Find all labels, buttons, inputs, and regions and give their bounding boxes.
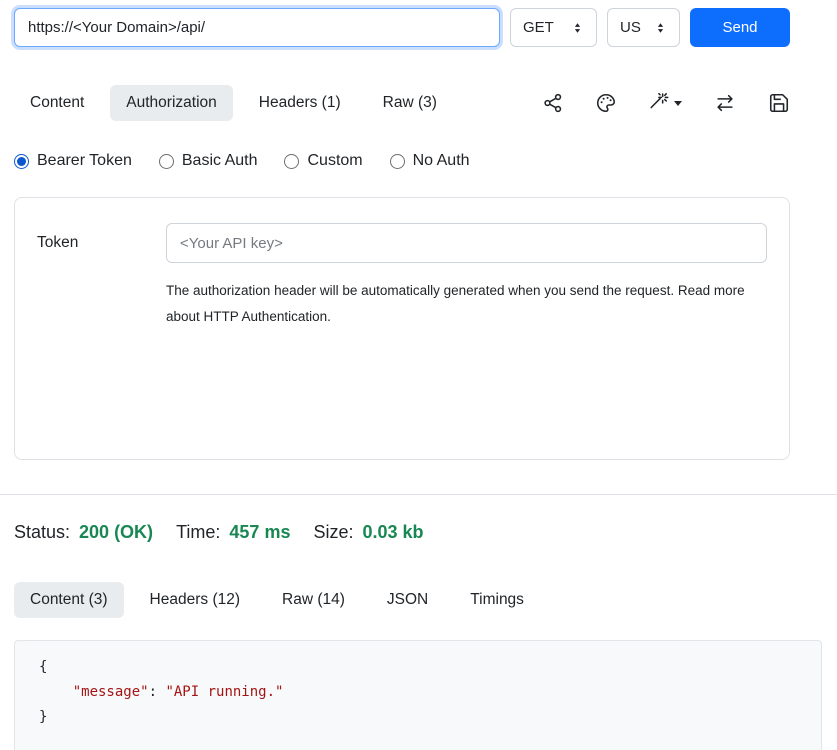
response-body: { "message": "API running." } bbox=[14, 640, 822, 750]
region-select[interactable]: US bbox=[607, 8, 680, 47]
auth-option-label: Bearer Token bbox=[37, 152, 132, 170]
chevron-up-down-icon bbox=[654, 21, 667, 35]
json-indent bbox=[39, 684, 73, 700]
status-label: Status: bbox=[14, 522, 70, 543]
resp-tab-raw[interactable]: Raw (14) bbox=[266, 582, 361, 618]
token-input[interactable] bbox=[166, 223, 767, 263]
tab-raw[interactable]: Raw (3) bbox=[367, 85, 453, 121]
chevron-up-down-icon bbox=[571, 21, 584, 35]
json-separator: : bbox=[149, 684, 166, 700]
method-select-value: GET bbox=[523, 19, 554, 36]
resp-tab-timings[interactable]: Timings bbox=[454, 582, 540, 618]
magic-wand-icon[interactable] bbox=[648, 92, 682, 114]
size-label: Size: bbox=[313, 522, 353, 543]
auth-option-no-auth[interactable]: No Auth bbox=[390, 152, 470, 170]
request-toolbar bbox=[542, 92, 790, 114]
json-brace: { bbox=[39, 659, 47, 675]
status-value: 200 (OK) bbox=[79, 522, 153, 543]
token-help-text: The authorization header will be automat… bbox=[166, 278, 766, 329]
token-panel: Token The authorization header will be a… bbox=[14, 197, 790, 460]
auth-option-basic-auth[interactable]: Basic Auth bbox=[159, 152, 258, 170]
json-key: "message" bbox=[73, 684, 149, 700]
url-input[interactable] bbox=[14, 8, 500, 47]
method-select[interactable]: GET bbox=[510, 8, 597, 47]
auth-option-label: No Auth bbox=[413, 152, 470, 170]
share-icon[interactable] bbox=[542, 92, 564, 114]
radio-checked-icon bbox=[14, 154, 29, 169]
auth-option-label: Basic Auth bbox=[182, 152, 258, 170]
size-value: 0.03 kb bbox=[363, 522, 424, 543]
auth-option-bearer-token[interactable]: Bearer Token bbox=[14, 152, 132, 170]
auth-type-group: Bearer Token Basic Auth Custom No Auth bbox=[14, 152, 822, 170]
resp-tab-headers[interactable]: Headers (12) bbox=[134, 582, 256, 618]
request-bar: GET US Send bbox=[14, 8, 790, 47]
auth-option-custom[interactable]: Custom bbox=[284, 152, 362, 170]
auth-option-label: Custom bbox=[307, 152, 362, 170]
response-status-bar: Status: 200 (OK) Time: 457 ms Size: 0.03… bbox=[14, 522, 822, 543]
region-select-value: US bbox=[620, 19, 641, 36]
json-string-value: "API running." bbox=[165, 684, 283, 700]
time-label: Time: bbox=[176, 522, 220, 543]
tab-headers[interactable]: Headers (1) bbox=[243, 85, 357, 121]
caret-down-icon bbox=[674, 101, 682, 106]
save-icon[interactable] bbox=[768, 92, 790, 114]
response-tabs: Content (3) Headers (12) Raw (14) JSON T… bbox=[14, 582, 822, 618]
palette-icon[interactable] bbox=[595, 92, 617, 114]
time-value: 457 ms bbox=[229, 522, 290, 543]
radio-unchecked-icon bbox=[159, 154, 174, 169]
send-button[interactable]: Send bbox=[690, 8, 790, 47]
radio-unchecked-icon bbox=[390, 154, 405, 169]
request-tabs: Content Authorization Headers (1) Raw (3… bbox=[14, 85, 790, 121]
swap-arrows-icon[interactable] bbox=[713, 92, 737, 114]
tab-content[interactable]: Content bbox=[14, 85, 100, 121]
resp-tab-content[interactable]: Content (3) bbox=[14, 582, 124, 618]
json-brace: } bbox=[39, 709, 47, 725]
token-label: Token bbox=[37, 234, 166, 252]
radio-unchecked-icon bbox=[284, 154, 299, 169]
tab-authorization[interactable]: Authorization bbox=[110, 85, 232, 121]
resp-tab-json[interactable]: JSON bbox=[371, 582, 444, 618]
section-divider bbox=[0, 494, 837, 495]
